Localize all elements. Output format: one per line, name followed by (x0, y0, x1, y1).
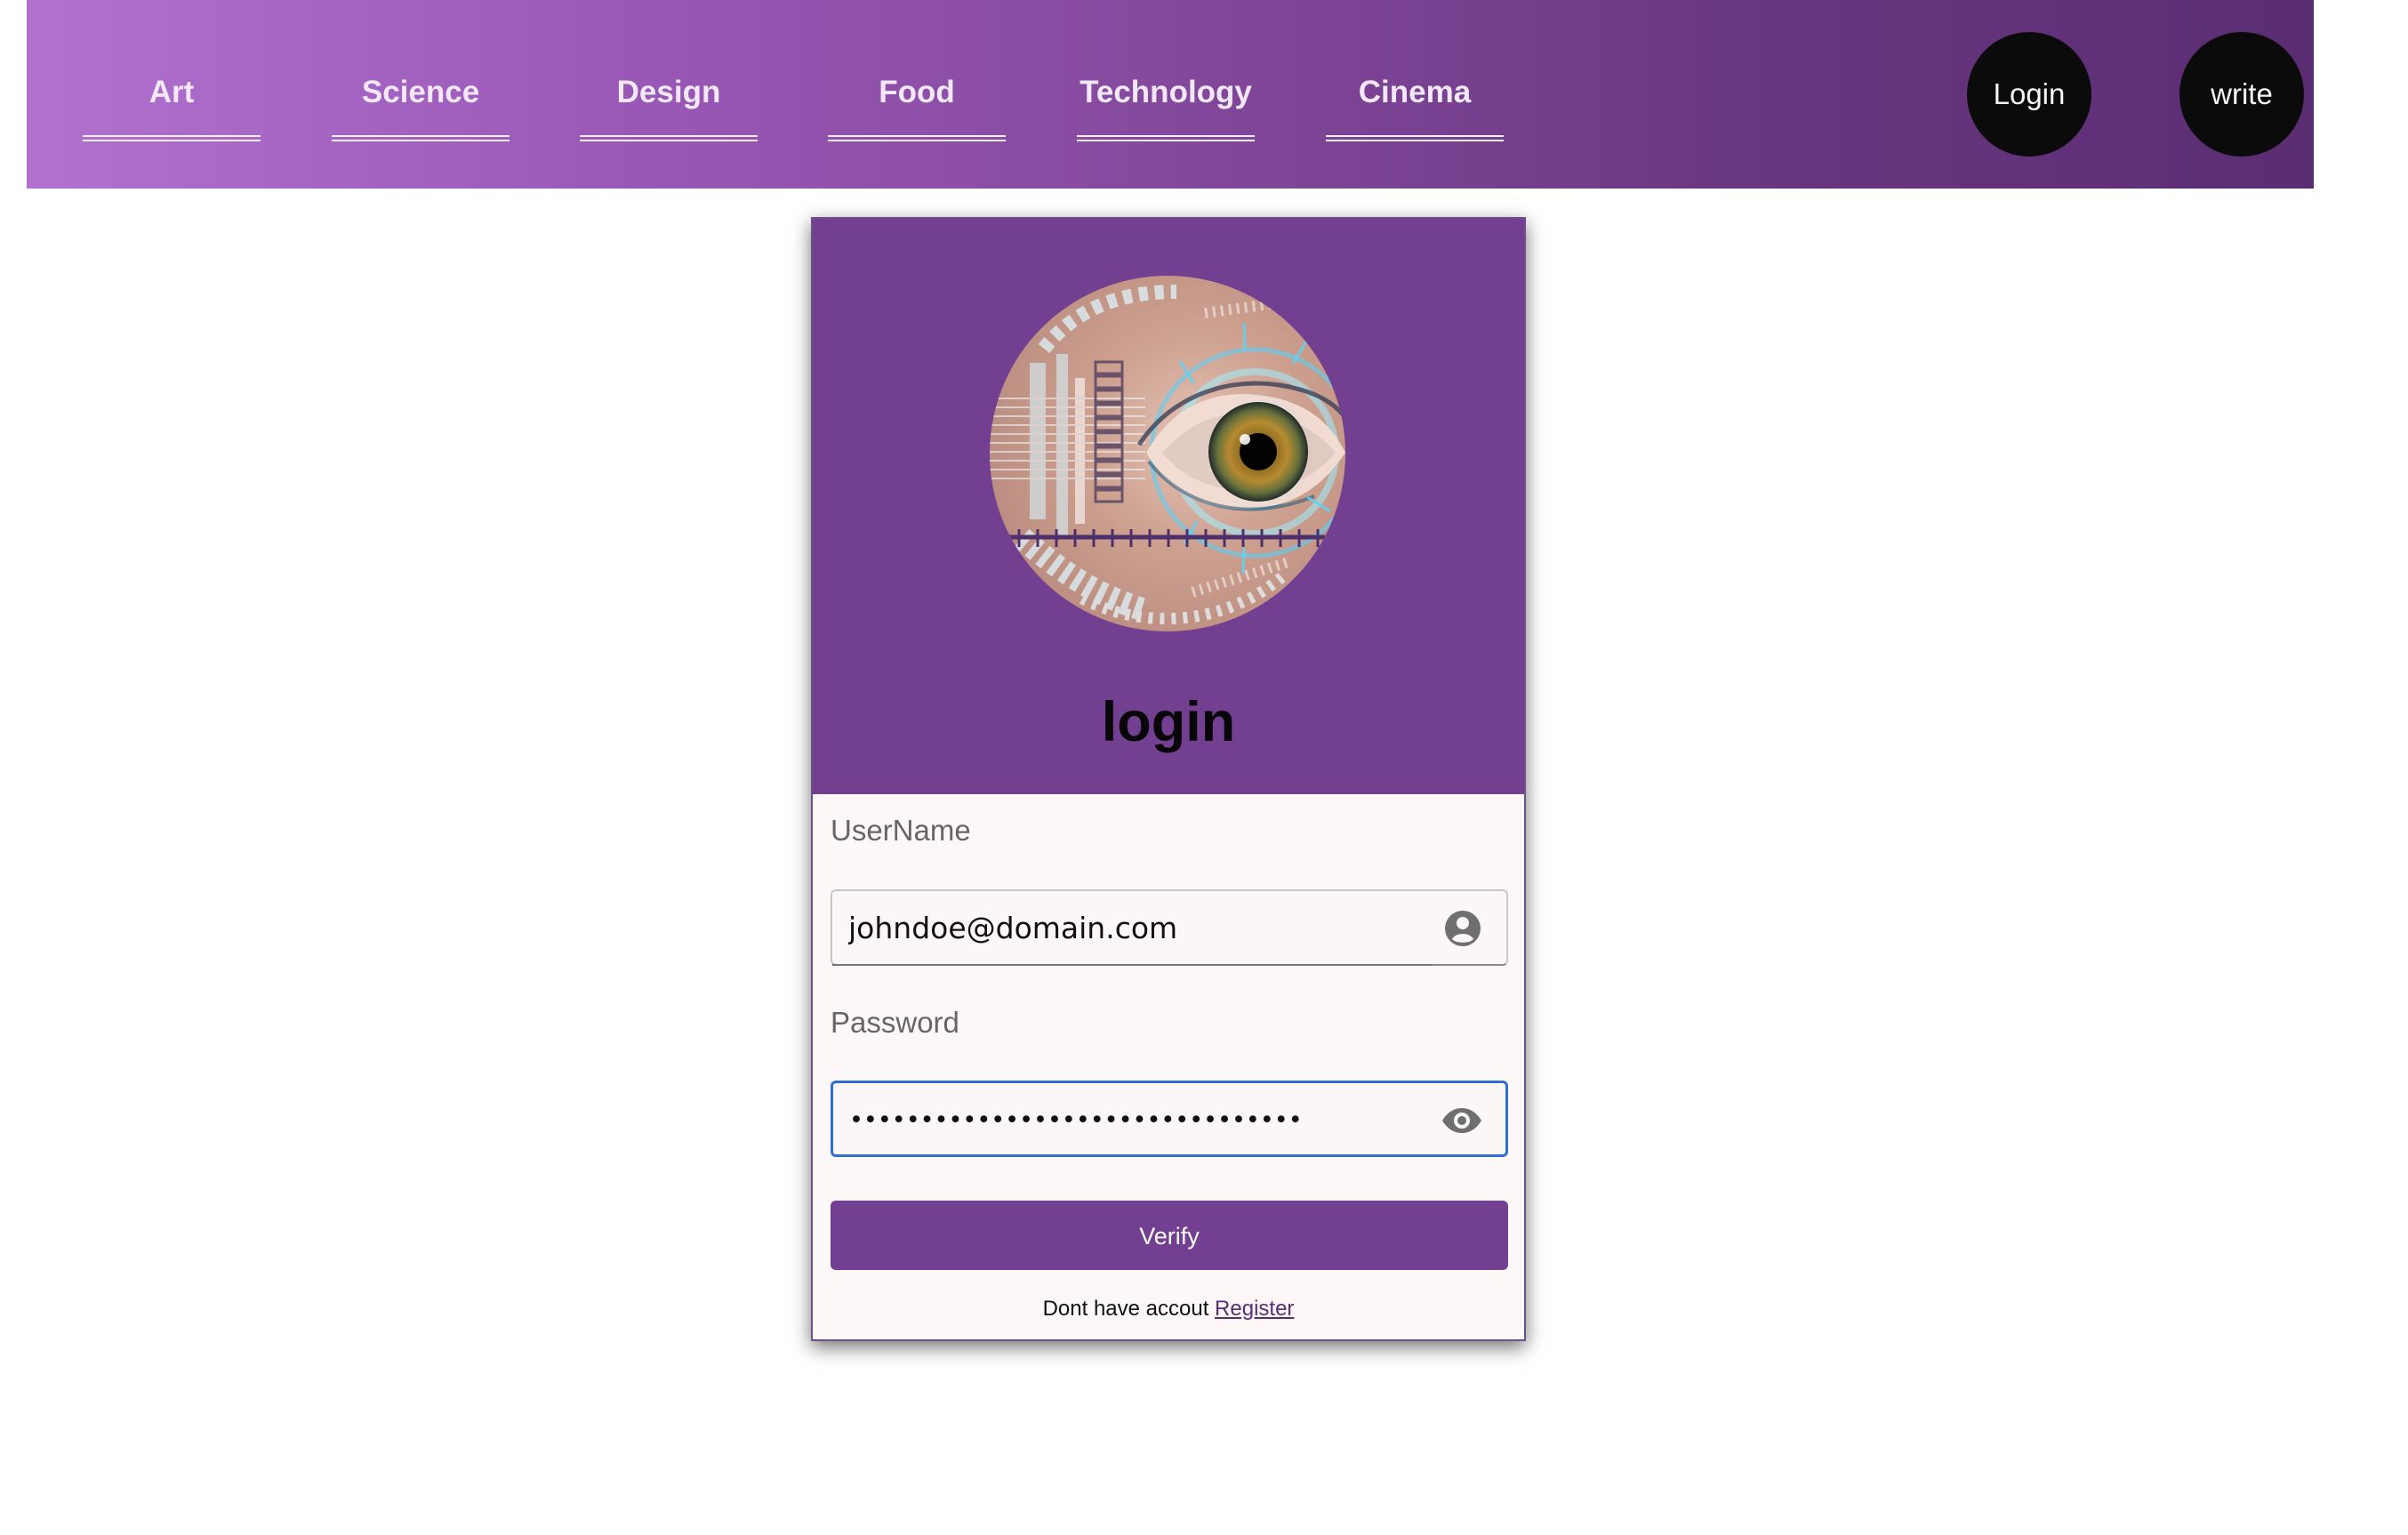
register-prompt-text: Dont have accout (1042, 1297, 1209, 1321)
nav-item-underline (332, 135, 510, 141)
nav-item-underline (1326, 135, 1504, 141)
login-card-header: login (813, 219, 1524, 794)
login-card: login UserName Password (811, 217, 1526, 1341)
top-navigation-bar: Art Science Design Food Technology Cinem… (27, 0, 2314, 189)
verify-button[interactable]: Verify (831, 1201, 1508, 1270)
nav-item-underline (1077, 135, 1255, 141)
nav-item-label: Cinema (1358, 75, 1472, 109)
password-field[interactable] (831, 1081, 1508, 1157)
nav-item-science[interactable]: Science (332, 68, 510, 142)
nav-item-underline (828, 135, 1006, 141)
biometric-eye-image (990, 276, 1345, 631)
login-nav-button[interactable]: Login (1967, 32, 2091, 157)
nav-item-art[interactable]: Art (83, 68, 261, 142)
password-input[interactable] (849, 1083, 1418, 1156)
nav-item-food[interactable]: Food (828, 68, 1006, 142)
eye-icon-graphic (1442, 1108, 1481, 1133)
register-link[interactable]: Register (1215, 1297, 1294, 1321)
username-field-underline (832, 964, 1432, 966)
login-page: Art Science Design Food Technology Cinem… (0, 0, 2408, 1535)
username-input[interactable] (848, 891, 1417, 964)
account-circle-icon-graphic (1445, 911, 1481, 946)
nav-item-label: Art (148, 75, 195, 109)
biometric-eye-avatar (990, 276, 1345, 631)
write-nav-button-label: write (2211, 77, 2273, 110)
login-nav-button-label: Login (1993, 77, 2066, 110)
account-circle-icon (1441, 906, 1485, 951)
nav-item-label: Technology (1080, 75, 1252, 109)
register-prompt-row: Dont have accout Register (813, 1295, 1524, 1323)
nav-item-underline (580, 135, 758, 141)
password-label: Password (831, 1006, 959, 1039)
nav-item-label: Food (879, 75, 955, 109)
write-nav-button[interactable]: write (2179, 32, 2304, 157)
username-label: UserName (831, 814, 971, 847)
nav-item-technology[interactable]: Technology (1077, 68, 1255, 142)
username-field[interactable] (831, 889, 1508, 966)
login-title: login (1101, 691, 1236, 753)
nav-item-design[interactable]: Design (580, 68, 758, 142)
nav-item-label: Science (361, 75, 480, 109)
nav-item-cinema[interactable]: Cinema (1326, 68, 1504, 142)
nav-item-label: Design (616, 75, 721, 109)
nav-item-underline (83, 135, 261, 141)
eye-icon[interactable] (1440, 1098, 1484, 1143)
